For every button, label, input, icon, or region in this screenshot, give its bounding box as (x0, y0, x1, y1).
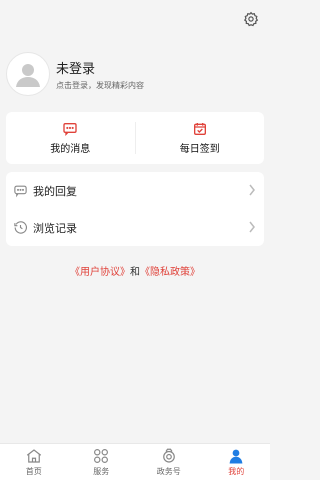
my-replies-label: 我的回复 (33, 184, 77, 198)
chat-bubble-icon (12, 183, 28, 199)
menu-list-card: 我的回复 浏览记录 (6, 172, 264, 246)
list-item-browse-history[interactable]: 浏览记录 (6, 209, 264, 246)
clock-icon (12, 220, 28, 236)
tab-home[interactable]: 首页 (0, 444, 68, 480)
policy-and-text: 和 (130, 267, 140, 278)
tab-mine-label: 我的 (228, 467, 245, 476)
my-messages-label: 我的消息 (50, 144, 91, 155)
gear-icon (243, 11, 259, 27)
chevron-right-icon (248, 184, 256, 196)
tab-services-label: 服务 (93, 467, 110, 476)
bottom-tab-bar: 首页 服务 政务号 我的 (0, 443, 270, 480)
policy-links: 《用户协议》和《隐私政策》 (0, 263, 270, 278)
login-subtitle: 点击登录，发现精彩内容 (56, 81, 144, 90)
chevron-right-icon (248, 221, 256, 233)
person-icon (227, 447, 245, 465)
grid-icon (92, 447, 110, 465)
privacy-policy-link[interactable]: 《隐私政策》 (140, 267, 200, 278)
list-item-my-replies[interactable]: 我的回复 (6, 172, 264, 209)
badge-icon (160, 447, 178, 465)
tab-gov[interactable]: 政务号 (135, 444, 203, 480)
tab-home-label: 首页 (25, 467, 42, 476)
message-icon (62, 121, 78, 137)
home-icon (25, 447, 43, 465)
tab-gov-label: 政务号 (156, 467, 181, 476)
top-bar (0, 0, 270, 36)
tab-mine[interactable]: 我的 (203, 444, 271, 480)
daily-checkin-button[interactable]: 每日签到 (136, 112, 265, 164)
quick-actions-card: 我的消息 每日签到 (6, 112, 264, 164)
tab-services[interactable]: 服务 (68, 444, 136, 480)
user-icon (13, 59, 43, 89)
login-title[interactable]: 未登录 (56, 58, 95, 77)
calendar-check-icon (192, 121, 208, 137)
user-agreement-link[interactable]: 《用户协议》 (70, 267, 130, 278)
browse-history-label: 浏览记录 (33, 221, 77, 235)
avatar[interactable] (6, 52, 50, 96)
my-messages-button[interactable]: 我的消息 (6, 112, 135, 164)
daily-checkin-label: 每日签到 (179, 144, 220, 155)
settings-button[interactable] (242, 10, 260, 28)
profile-header[interactable]: 未登录 点击登录，发现精彩内容 (0, 36, 270, 106)
